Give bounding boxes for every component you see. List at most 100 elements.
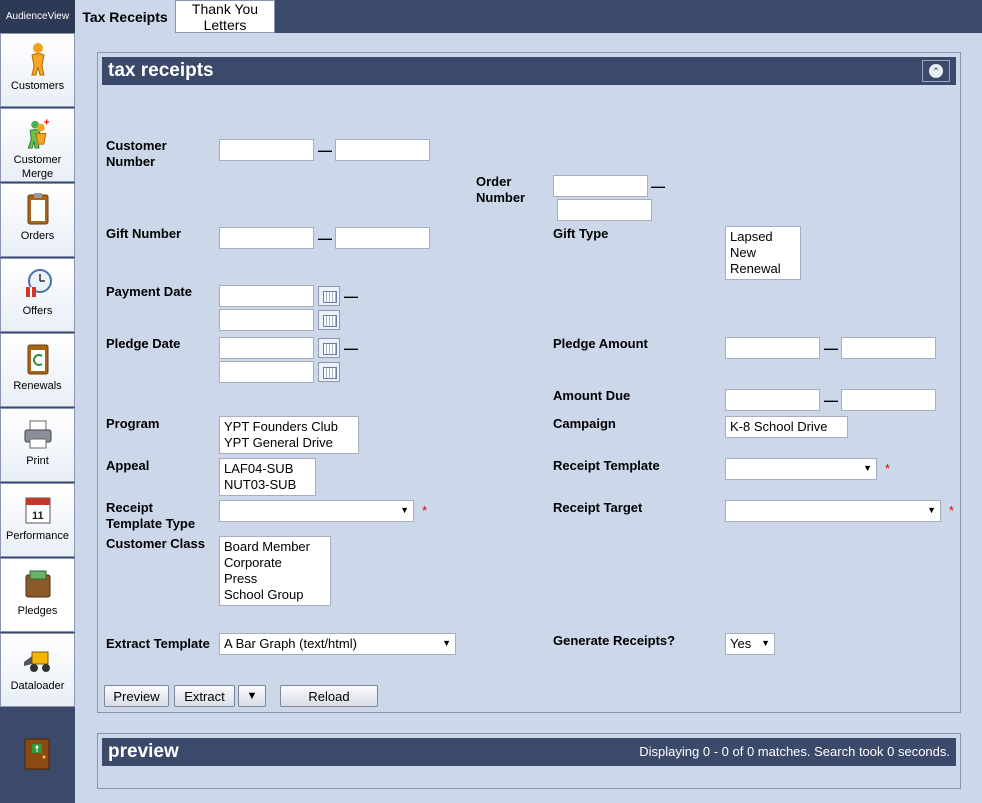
range-dash: —	[824, 392, 838, 408]
calendar-icon[interactable]	[318, 338, 340, 358]
order-number-to-input[interactable]	[557, 199, 652, 221]
program-listbox[interactable]: YPT Founders Club YPT General Drive	[219, 416, 359, 454]
list-option[interactable]: LAF04-SUB	[224, 461, 311, 477]
sidebar-item-performance[interactable]: 11 Performance	[0, 483, 75, 557]
customer-number-from-input[interactable]	[219, 139, 314, 161]
payment-date-from-input[interactable]	[219, 285, 314, 307]
tab-tax-receipts[interactable]: Tax Receipts	[75, 0, 175, 33]
order-number-label: Order Number	[476, 174, 526, 205]
main-content: tax receipts ⌃ Customer Number — Order N…	[75, 33, 982, 803]
chevron-down-icon: ▼	[400, 505, 409, 515]
list-option[interactable]: K-8 School Drive	[730, 419, 843, 435]
sidebar-label: Customer Merge	[13, 154, 62, 180]
list-option[interactable]: Corporate	[224, 555, 326, 571]
sidebar-label: Print	[26, 455, 49, 467]
pledge-date-to-input[interactable]	[219, 361, 314, 383]
sidebar-item-print[interactable]: Print	[0, 408, 75, 482]
amount-due-from-input[interactable]	[725, 389, 820, 411]
clock-gift-icon	[25, 269, 52, 297]
chevron-down-icon: ▼	[761, 638, 770, 648]
sidebar-item-pledges[interactable]: Pledges	[0, 558, 75, 632]
receipt-template-type-select[interactable]: ▼	[219, 500, 414, 522]
sidebar: AudienceView Customers + Customer Merge …	[0, 0, 75, 803]
sidebar-item-offers[interactable]: Offers	[0, 258, 75, 332]
list-option[interactable]: Board Member	[224, 539, 326, 555]
printer-icon	[24, 420, 51, 449]
range-dash: —	[344, 340, 358, 356]
payment-date-to-input[interactable]	[219, 309, 314, 331]
person-icon	[30, 43, 45, 76]
gift-number-to-input[interactable]	[335, 227, 430, 249]
calendar-icon[interactable]	[318, 286, 340, 306]
extract-template-select[interactable]: A Bar Graph (text/html) ▼	[219, 633, 456, 655]
pledge-date-from-input[interactable]	[219, 337, 314, 359]
preview-panel: preview Displaying 0 - 0 of 0 matches. S…	[97, 733, 961, 789]
calendar-icon[interactable]	[318, 310, 340, 330]
brand-logo: AudienceView	[0, 0, 75, 33]
receipt-target-select[interactable]: ▼	[725, 500, 941, 522]
chevron-down-icon: ▼	[442, 638, 451, 648]
appeal-listbox[interactable]: LAF04-SUB NUT03-SUB	[219, 458, 316, 496]
select-value: Yes	[730, 636, 752, 651]
customer-class-label: Customer Class	[106, 536, 205, 551]
amount-due-to-input[interactable]	[841, 389, 936, 411]
gift-number-from-input[interactable]	[219, 227, 314, 249]
chevron-down-icon: ▼	[927, 505, 936, 515]
list-option[interactable]: Lapsed	[730, 229, 796, 245]
campaign-listbox[interactable]: K-8 School Drive	[725, 416, 848, 438]
customer-number-to-input[interactable]	[335, 139, 430, 161]
extract-menu-button[interactable]: ▼	[238, 685, 266, 707]
range-dash: —	[824, 340, 838, 356]
sidebar-item-dataloader[interactable]: Dataloader	[0, 633, 75, 707]
sidebar-label: Customers	[10, 80, 65, 92]
required-indicator: *	[949, 503, 955, 518]
collapse-button[interactable]: ⌃	[922, 60, 950, 82]
pledge-amount-label: Pledge Amount	[553, 336, 648, 351]
exit-door-icon[interactable]	[22, 737, 52, 771]
calendar-icon[interactable]	[318, 362, 340, 382]
pledge-amount-from-input[interactable]	[725, 337, 820, 359]
customer-class-listbox[interactable]: Board Member Corporate Press School Grou…	[219, 536, 331, 606]
tab-bar: Tax Receipts Thank You Letters	[75, 0, 982, 33]
range-dash: —	[344, 288, 358, 304]
collapse-icon: ⌃	[929, 64, 943, 78]
amount-due-label: Amount Due	[553, 388, 631, 403]
sidebar-label: Orders	[20, 230, 55, 242]
receipt-template-label: Receipt Template	[553, 458, 660, 473]
required-indicator: *	[885, 461, 891, 476]
extract-button[interactable]: Extract	[174, 685, 235, 707]
range-dash: —	[651, 178, 665, 194]
list-option[interactable]: YPT Founders Club	[224, 419, 354, 435]
list-option[interactable]: Renewal	[730, 261, 796, 277]
sidebar-item-orders[interactable]: Orders	[0, 183, 75, 257]
pledge-date-label: Pledge Date	[106, 336, 181, 351]
generate-receipts-label: Generate Receipts?	[553, 633, 676, 648]
reload-button[interactable]: Reload	[280, 685, 378, 707]
list-option[interactable]: YPT General Drive	[224, 435, 354, 451]
extract-template-label: Extract Template	[106, 636, 210, 651]
list-option[interactable]: Press	[224, 571, 326, 587]
merge-people-icon: +	[27, 118, 49, 149]
preview-button[interactable]: Preview	[104, 685, 169, 707]
tax-receipts-panel: tax receipts ⌃ Customer Number — Order N…	[97, 52, 961, 713]
select-value: A Bar Graph (text/html)	[224, 636, 357, 651]
panel-title: tax receipts	[108, 60, 214, 81]
list-option[interactable]: NUT03-SUB	[224, 477, 311, 493]
range-dash: —	[318, 142, 332, 158]
list-option[interactable]: School Group	[224, 587, 326, 603]
preview-status-text: Displaying 0 - 0 of 0 matches. Search to…	[639, 744, 950, 759]
sidebar-item-customer-merge[interactable]: + Customer Merge	[0, 108, 75, 182]
generate-receipts-select[interactable]: Yes ▼	[725, 633, 775, 655]
list-option[interactable]: New	[730, 245, 796, 261]
sidebar-label: Pledges	[17, 605, 58, 617]
sidebar-item-customers[interactable]: Customers	[0, 33, 75, 107]
sidebar-label: Performance	[6, 530, 69, 542]
gift-type-listbox[interactable]: Lapsed New Renewal	[725, 226, 801, 280]
chevron-down-icon: ▼	[863, 463, 872, 473]
pledge-amount-to-input[interactable]	[841, 337, 936, 359]
sidebar-item-renewals[interactable]: Renewals	[0, 333, 75, 407]
customer-number-label: Customer Number	[106, 138, 167, 169]
tab-thank-you-letters[interactable]: Thank You Letters	[175, 0, 275, 33]
receipt-template-select[interactable]: ▼	[725, 458, 877, 480]
order-number-from-input[interactable]	[553, 175, 648, 197]
